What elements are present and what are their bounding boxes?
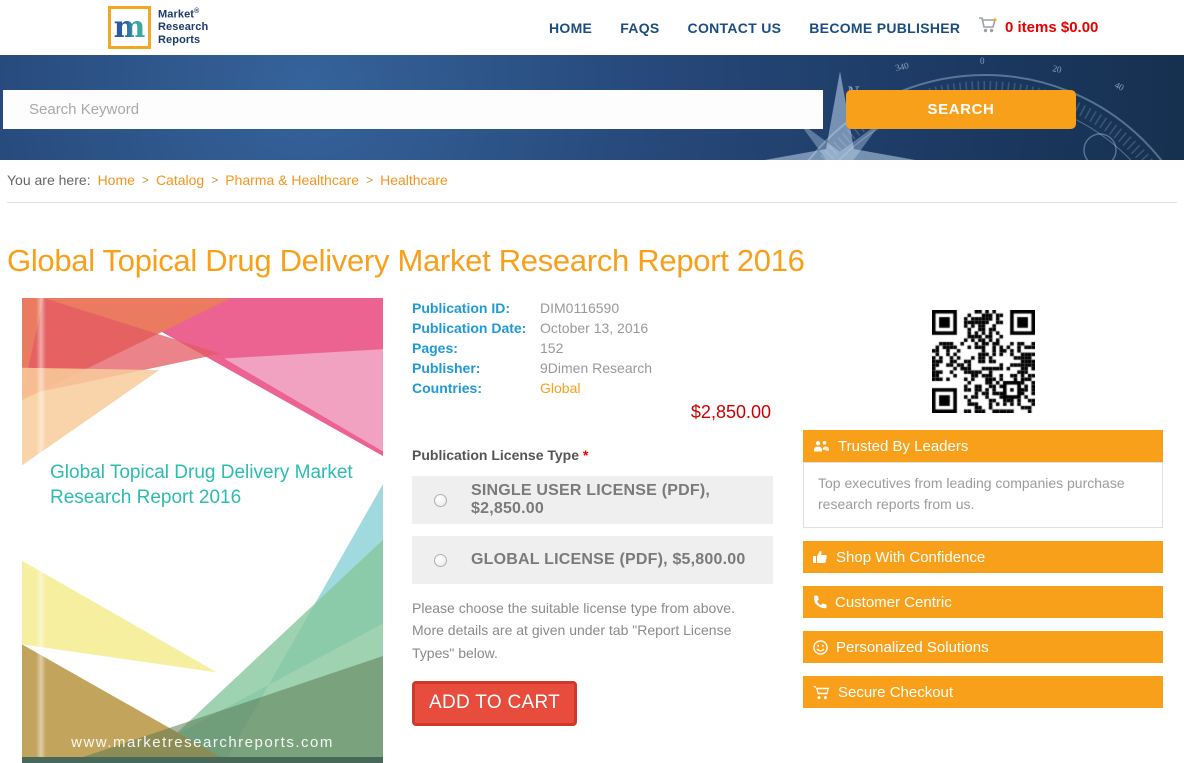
add-to-cart-button[interactable]: ADD TO CART xyxy=(412,681,577,726)
cover-spine-highlight xyxy=(36,298,46,763)
license-type-label: Publication License Type xyxy=(412,447,579,463)
cart-icon xyxy=(978,16,998,39)
svg-text:20: 20 xyxy=(1052,63,1063,75)
svg-text:340: 340 xyxy=(894,60,910,73)
logo-line2: Research xyxy=(158,21,208,34)
breadcrumb-healthcare[interactable]: Healthcare xyxy=(380,172,448,188)
logo-mark: m xyxy=(108,6,151,49)
detail-value: 9Dimen Research xyxy=(540,360,652,376)
svg-text:40: 40 xyxy=(1113,80,1126,93)
logo-line3: Reports xyxy=(158,34,208,47)
detail-value: 152 xyxy=(540,340,563,356)
registered-mark: ® xyxy=(194,8,199,15)
detail-label: Countries: xyxy=(412,380,540,396)
publication-details: Publication ID: DIM0116590 Publication D… xyxy=(412,298,773,726)
detail-label: Publisher: xyxy=(412,360,540,376)
license-option-global[interactable]: GLOBAL LICENSE (PDF), $5,800.00 xyxy=(412,536,773,584)
report-cover-image: Global Topical Drug Delivery Market Rese… xyxy=(22,298,383,763)
smiley-icon xyxy=(813,640,828,655)
nav-home[interactable]: HOME xyxy=(549,20,592,36)
cover-title-text: Global Topical Drug Delivery Market Rese… xyxy=(50,460,362,510)
radio-global-license[interactable] xyxy=(434,554,447,567)
banner-personalized-solutions: Personalized Solutions xyxy=(803,631,1163,663)
breadcrumb-home[interactable]: Home xyxy=(98,172,135,188)
banner-label: Personalized Solutions xyxy=(836,639,989,656)
page: m Market® Research Reports HOME FAQS CON… xyxy=(0,0,1184,763)
detail-row-publication-date: Publication Date: October 13, 2016 xyxy=(412,318,773,338)
search-input[interactable] xyxy=(3,90,823,129)
trusted-by-leaders-description: Top executives from leading companies pu… xyxy=(803,462,1163,528)
detail-label: Publication ID: xyxy=(412,300,540,316)
license-option-label: SINGLE USER LICENSE (PDF), $2,850.00 xyxy=(471,482,773,518)
detail-label: Pages: xyxy=(412,340,540,356)
banner-label: Secure Checkout xyxy=(838,684,953,701)
site-logo[interactable]: m Market® Research Reports xyxy=(108,6,208,49)
cart-status[interactable]: 0 items $0.00 xyxy=(978,0,1098,55)
nav-become-publisher[interactable]: BECOME PUBLISHER xyxy=(809,20,960,36)
phone-icon xyxy=(813,595,827,609)
nav-contact-us[interactable]: CONTACT US xyxy=(688,20,782,36)
banner-trusted-by-leaders: Trusted By Leaders xyxy=(803,430,1163,462)
banner-label: Trusted By Leaders xyxy=(838,438,968,455)
nav-faqs[interactable]: FAQS xyxy=(620,20,659,36)
banner-shop-with-confidence: Shop With Confidence xyxy=(803,541,1163,573)
detail-row-publication-id: Publication ID: DIM0116590 xyxy=(412,298,773,318)
thumbs-up-icon xyxy=(813,550,828,564)
sidebar: Trusted By Leaders Top executives from l… xyxy=(803,298,1163,721)
svg-text:0: 0 xyxy=(980,56,985,66)
license-note: Please choose the suitable license type … xyxy=(412,597,762,664)
logo-wordmark: Market® Research Reports xyxy=(158,8,208,48)
breadcrumb-prefix: You are here: xyxy=(7,172,91,188)
breadcrumb-catalog[interactable]: Catalog xyxy=(156,172,204,188)
hero-search-banner: N 340 0 20 40 SEARCH xyxy=(0,55,1184,160)
search-button[interactable]: SEARCH xyxy=(846,90,1076,129)
breadcrumb-pharma-healthcare[interactable]: Pharma & Healthcare xyxy=(225,172,359,188)
page-title: Global Topical Drug Delivery Market Rese… xyxy=(7,243,1107,279)
cover-website-url: www.marketresearchreports.com xyxy=(22,734,383,751)
countries-global-link[interactable]: Global xyxy=(540,380,580,396)
license-option-single-user[interactable]: SINGLE USER LICENSE (PDF), $2,850.00 xyxy=(412,476,773,524)
required-asterisk: * xyxy=(583,447,588,463)
divider-line xyxy=(7,202,1177,203)
logo-line1: Market xyxy=(158,8,194,20)
cart-icon xyxy=(813,685,830,700)
price: $2,850.00 xyxy=(412,402,773,423)
license-option-label: GLOBAL LICENSE (PDF), $5,800.00 xyxy=(471,551,745,569)
users-icon xyxy=(813,440,830,453)
detail-value: DIM0116590 xyxy=(540,300,619,316)
detail-label: Publication Date: xyxy=(412,320,540,336)
detail-value: October 13, 2016 xyxy=(540,320,648,336)
radio-single-user-license[interactable] xyxy=(434,494,447,507)
detail-row-publisher: Publisher: 9Dimen Research xyxy=(412,358,773,378)
qr-code xyxy=(932,310,1035,413)
cart-count-text: 0 items $0.00 xyxy=(1005,19,1098,36)
banner-customer-centric: Customer Centric xyxy=(803,586,1163,618)
banner-label: Shop With Confidence xyxy=(836,549,985,566)
banner-label: Customer Centric xyxy=(835,594,952,611)
main-nav: HOME FAQS CONTACT US BECOME PUBLISHER xyxy=(549,0,960,55)
detail-row-pages: Pages: 152 xyxy=(412,338,773,358)
cover-bottom-strip xyxy=(22,757,383,763)
breadcrumb-separator: > xyxy=(211,173,218,187)
license-type-heading: Publication License Type * xyxy=(412,447,773,463)
banner-secure-checkout: Secure Checkout xyxy=(803,676,1163,708)
top-header: m Market® Research Reports HOME FAQS CON… xyxy=(0,0,1184,55)
detail-row-countries: Countries: Global xyxy=(412,378,773,398)
breadcrumb-separator: > xyxy=(366,173,373,187)
breadcrumb-separator: > xyxy=(142,173,149,187)
breadcrumb: You are here: Home > Catalog > Pharma & … xyxy=(7,172,448,188)
logo-m-letter: m xyxy=(114,13,146,43)
